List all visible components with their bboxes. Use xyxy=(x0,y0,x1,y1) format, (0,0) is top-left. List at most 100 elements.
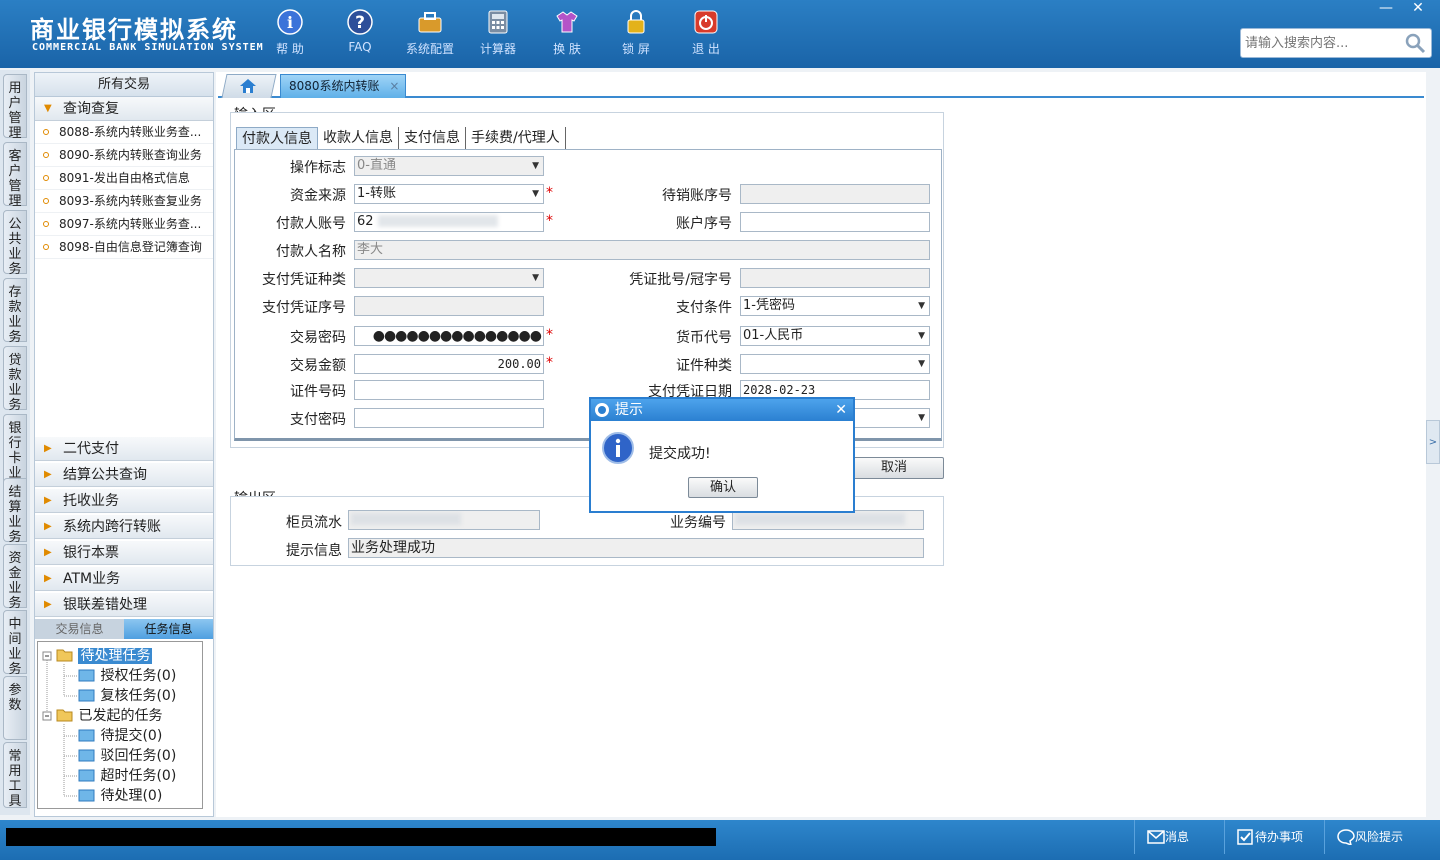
section-atm[interactable]: ▶ ATM业务 xyxy=(35,567,213,591)
lock-screen-button[interactable]: 锁 屏 xyxy=(606,6,666,57)
business-no-field[interactable] xyxy=(732,510,924,530)
list-item[interactable]: 8093-系统内转账查复业务 xyxy=(35,190,213,213)
list-item[interactable]: 8098-自由信息登记簿查询 xyxy=(35,236,213,259)
search-icon[interactable] xyxy=(1403,32,1427,54)
search-input[interactable] xyxy=(1241,29,1401,57)
calculator-button[interactable]: 计算器 xyxy=(468,6,528,57)
voucher-no-field[interactable] xyxy=(354,296,544,316)
teller-serial-field[interactable] xyxy=(348,510,540,530)
faq-button[interactable]: ? FAQ xyxy=(330,6,390,54)
close-window-button[interactable]: ✕ xyxy=(1402,0,1434,18)
amount-input[interactable]: 200.00 xyxy=(354,354,544,374)
section-unionpay-error[interactable]: ▶ 银联差错处理 xyxy=(35,593,213,617)
voucher-batch-field[interactable] xyxy=(740,268,930,288)
toolbox-icon xyxy=(418,12,442,33)
pay-password-input[interactable] xyxy=(354,408,544,428)
voucher-type-select[interactable]: ▼ xyxy=(354,268,544,288)
section-settlement-query[interactable]: ▶ 结算公共查询 xyxy=(35,463,213,487)
label-trade-password: 交易密码 xyxy=(290,330,346,346)
all-transactions-header[interactable]: 所有交易 xyxy=(35,73,213,97)
mail-icon xyxy=(1147,830,1165,844)
label-pay-password: 支付密码 xyxy=(290,412,346,428)
tab-close-icon[interactable]: × xyxy=(389,79,399,93)
cancel-button[interactable]: 取消 xyxy=(844,457,944,479)
pending-seq-field[interactable] xyxy=(740,184,930,204)
tab-bar: 8080系统内转账 × xyxy=(218,72,1424,98)
tree-node-to-submit[interactable]: 待提交(0) xyxy=(78,726,162,746)
section-collection[interactable]: ▶ 托收业务 xyxy=(35,489,213,513)
payer-name-field[interactable]: 李大 xyxy=(354,240,930,260)
section-intra-system-transfer[interactable]: ▶ 系统内跨行转账 xyxy=(35,515,213,539)
module-tabs: 用户管理 客户管理 公共业务 存款业务 贷款业务 银行卡业务 结算业务 资金业务… xyxy=(0,70,30,815)
section-cashiers-check[interactable]: ▶ 银行本票 xyxy=(35,541,213,565)
section-query-reply[interactable]: ▼ 查询查复 xyxy=(35,97,213,121)
messages-button[interactable]: 消息 xyxy=(1134,820,1224,854)
vtab-settlement-business[interactable]: 结算业务 xyxy=(3,478,27,545)
vtab-parameters[interactable]: 参数 xyxy=(3,676,27,740)
payer-account-input[interactable]: 62 xyxy=(354,212,544,232)
subtab-fee-agent[interactable]: 手续费/代理人 xyxy=(466,127,566,149)
help-button[interactable]: i 帮 助 xyxy=(260,6,320,57)
dialog-title-bar: 提示 ✕ xyxy=(591,399,853,421)
vtab-common-tools[interactable]: 常用工具 xyxy=(3,742,27,809)
vtab-deposit-business[interactable]: 存款业务 xyxy=(3,278,27,345)
tab-transaction-info[interactable]: 交易信息 xyxy=(35,619,124,639)
bullet-icon xyxy=(43,175,49,181)
list-item[interactable]: 8090-系统内转账查询业务 xyxy=(35,144,213,167)
subtab-payee-info[interactable]: 收款人信息 xyxy=(318,127,399,149)
tree-node-rejected[interactable]: 驳回任务(0) xyxy=(78,746,176,766)
vtab-intermediate-business[interactable]: 中间业务 xyxy=(3,610,27,677)
tree-node-timeout[interactable]: 超时任务(0) xyxy=(78,766,176,786)
id-type-select[interactable]: ▼ xyxy=(740,354,930,374)
todo-button[interactable]: 待办事项 xyxy=(1224,820,1324,854)
account-seq-input[interactable] xyxy=(740,212,930,232)
window-controls: — ✕ xyxy=(1370,0,1434,18)
vtab-public-business[interactable]: 公共业务 xyxy=(3,210,27,277)
tree-node-pending-tasks[interactable]: 待处理任务 xyxy=(56,646,153,666)
tree-node-initiated-tasks[interactable]: 已发起的任务 xyxy=(56,706,162,726)
vtab-loan-business[interactable]: 贷款业务 xyxy=(3,346,27,413)
exit-button[interactable]: 退 出 xyxy=(676,6,736,57)
chat-bubble-icon xyxy=(1337,829,1355,845)
label-amount: 交易金额 xyxy=(290,358,346,374)
skin-button[interactable]: 换 肤 xyxy=(537,6,597,57)
prompt-dialog: 提示 ✕ 提交成功! 确认 xyxy=(589,397,855,513)
collapse-right-button[interactable]: > xyxy=(1426,420,1440,464)
id-number-input[interactable] xyxy=(354,380,544,400)
pay-condition-select[interactable]: 1-凭密码 ▼ xyxy=(740,296,930,316)
list-item[interactable]: 8088-系统内转账业务查... xyxy=(35,121,213,144)
tab-8080-transfer[interactable]: 8080系统内转账 × xyxy=(280,74,406,98)
currency-select[interactable]: 01-人民币 ▼ xyxy=(740,326,930,346)
confirm-button[interactable]: 确认 xyxy=(688,477,758,498)
label-voucher-batch: 凭证批号/冠字号 xyxy=(629,272,732,288)
masked-account xyxy=(377,215,498,227)
system-config-button[interactable]: 系统配置 xyxy=(400,6,460,57)
power-icon xyxy=(694,10,718,34)
message-field[interactable]: 业务处理成功 xyxy=(348,538,924,558)
tree-node-review-tasks[interactable]: 复核任务(0) xyxy=(78,686,176,706)
tree-node-to-process[interactable]: 待处理(0) xyxy=(78,786,162,806)
risk-alert-button[interactable]: 风险提示 xyxy=(1324,820,1434,854)
section-second-gen-payment[interactable]: ▶ 二代支付 xyxy=(35,437,213,461)
tree-node-auth-tasks[interactable]: 授权任务(0) xyxy=(78,666,176,686)
vtab-bank-card-business[interactable]: 银行卡业务 xyxy=(3,414,27,496)
tab-task-info[interactable]: 任务信息 xyxy=(124,619,213,639)
label-voucher-no: 支付凭证序号 xyxy=(262,300,346,316)
list-item[interactable]: 8091-发出自由格式信息 xyxy=(35,167,213,190)
triangle-down-icon: ▼ xyxy=(44,103,52,114)
subtab-payer-info[interactable]: 付款人信息 xyxy=(236,127,318,149)
trade-password-input[interactable]: ●●●●●●●●●●●●●●● xyxy=(354,326,544,346)
fund-source-select[interactable]: 1-转账 ▼ xyxy=(354,184,544,204)
minimize-button[interactable]: — xyxy=(1370,0,1402,18)
dialog-close-icon[interactable]: ✕ xyxy=(835,399,847,421)
dropdown-arrow-icon: ▼ xyxy=(918,301,925,311)
list-item[interactable]: 8097-系统内转账业务查... xyxy=(35,213,213,236)
home-icon[interactable] xyxy=(238,78,258,94)
op-flag-select[interactable]: 0-直通 ▼ xyxy=(354,156,544,176)
triangle-right-icon: ▶ xyxy=(44,495,52,506)
vtab-fund-business[interactable]: 资金业务 xyxy=(3,544,27,611)
subtab-payment-info[interactable]: 支付信息 xyxy=(399,127,466,149)
label-id-number: 证件号码 xyxy=(290,384,346,400)
vtab-customer-management[interactable]: 客户管理 xyxy=(3,142,27,209)
vtab-user-management[interactable]: 用户管理 xyxy=(3,74,27,141)
